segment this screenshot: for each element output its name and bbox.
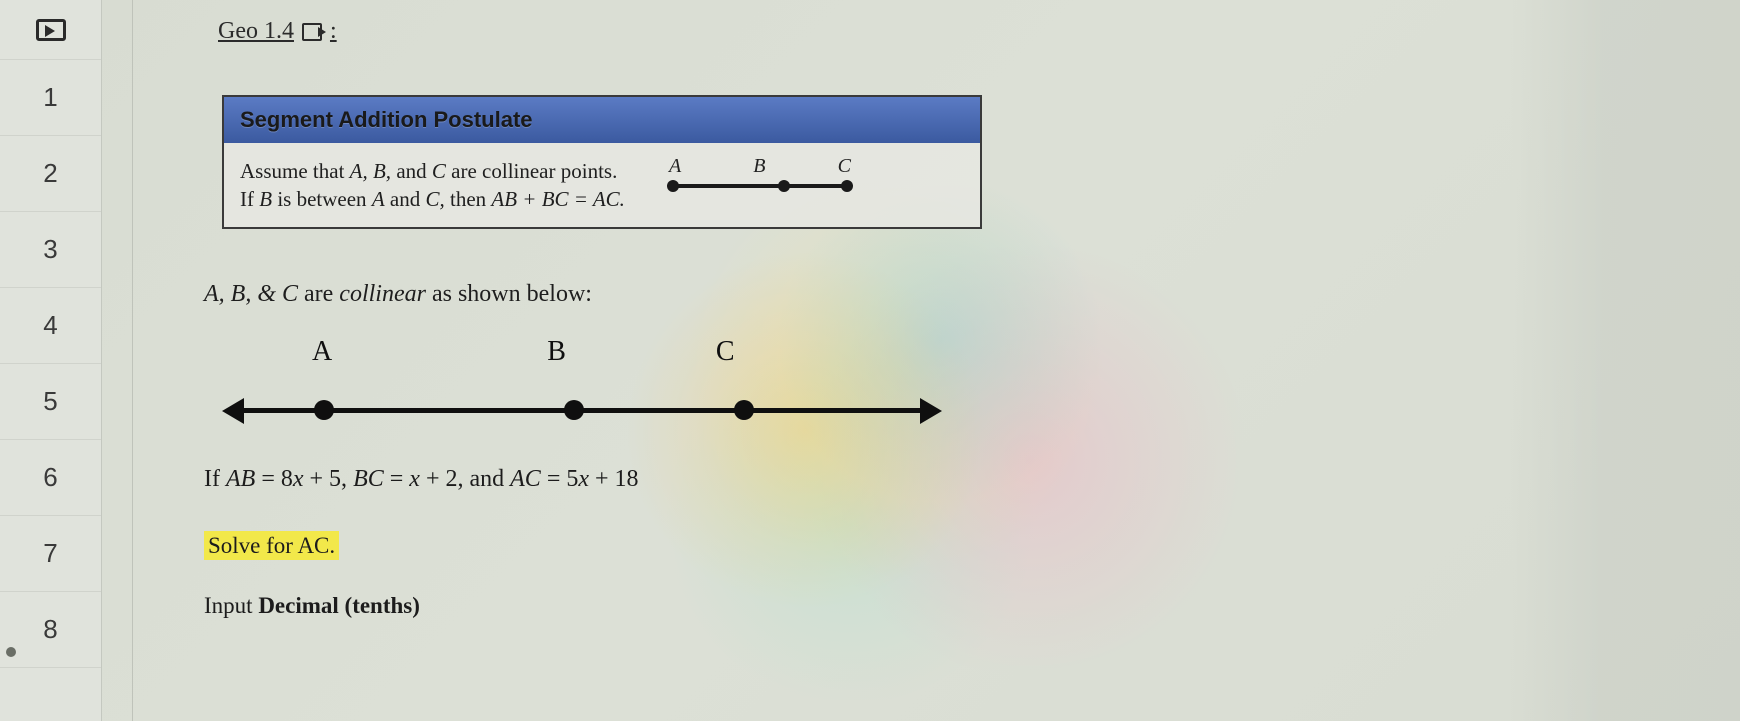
mini-label-c: C xyxy=(838,155,851,178)
diagram-point-a xyxy=(314,400,334,420)
diagram-label-a: A xyxy=(312,336,332,368)
document-title-text: Geo 1.4 xyxy=(218,18,294,45)
row-number[interactable]: 1 xyxy=(0,60,101,136)
external-link-icon xyxy=(302,23,322,41)
problem-given-equations: If AB = 8x + 5, BC = x + 2, and AC = 5x … xyxy=(204,466,1740,493)
input-format-hint: Input Decimal (tenths) xyxy=(204,593,1740,619)
diagram-label-c: C xyxy=(716,336,735,368)
row-number-rail: 1 2 3 4 5 6 7 8 xyxy=(0,0,102,721)
mini-label-a: A xyxy=(669,155,681,178)
mini-point-c xyxy=(841,180,853,192)
rail-header-cell xyxy=(0,0,101,60)
row-number[interactable]: 2 xyxy=(0,136,101,212)
mini-point-b xyxy=(778,180,790,192)
mini-segment-line xyxy=(671,184,849,188)
problem-intro: A, B, & C are collinear as shown below: xyxy=(204,281,1740,308)
highlighted-prompt: Solve for AC. xyxy=(204,531,339,560)
problem-prompt: Solve for AC. xyxy=(204,533,1740,559)
row-number[interactable]: 8 xyxy=(0,592,101,668)
postulate-body: Assume that A, B, and C are collinear po… xyxy=(224,143,980,227)
row-number[interactable]: 5 xyxy=(0,364,101,440)
content-area: Geo 1.4 : Segment Addition Postulate Ass… xyxy=(102,0,1740,721)
diagram-point-c xyxy=(734,400,754,420)
row-number[interactable]: 7 xyxy=(0,516,101,592)
diagram-point-b xyxy=(564,400,584,420)
row-number[interactable]: 3 xyxy=(0,212,101,288)
row-number[interactable]: 4 xyxy=(0,288,101,364)
mini-point-a xyxy=(667,180,679,192)
video-play-icon[interactable] xyxy=(36,19,66,41)
document-title-link[interactable]: Geo 1.4 : xyxy=(218,18,1740,45)
mini-label-b: B xyxy=(753,155,765,178)
row-marker-icon xyxy=(6,647,16,657)
postulate-header: Segment Addition Postulate xyxy=(224,97,980,143)
arrow-right-icon xyxy=(920,398,942,424)
postulate-text: Assume that A, B, and C are collinear po… xyxy=(240,157,625,214)
diagram-label-b: B xyxy=(547,336,566,368)
row-number[interactable]: 6 xyxy=(0,440,101,516)
postulate-mini-diagram: A B C xyxy=(665,155,855,215)
title-colon: : xyxy=(330,18,337,45)
number-line-diagram: A B C xyxy=(222,336,942,426)
postulate-definition-box: Segment Addition Postulate Assume that A… xyxy=(222,95,982,229)
arrow-left-icon xyxy=(222,398,244,424)
column-divider xyxy=(132,0,133,721)
